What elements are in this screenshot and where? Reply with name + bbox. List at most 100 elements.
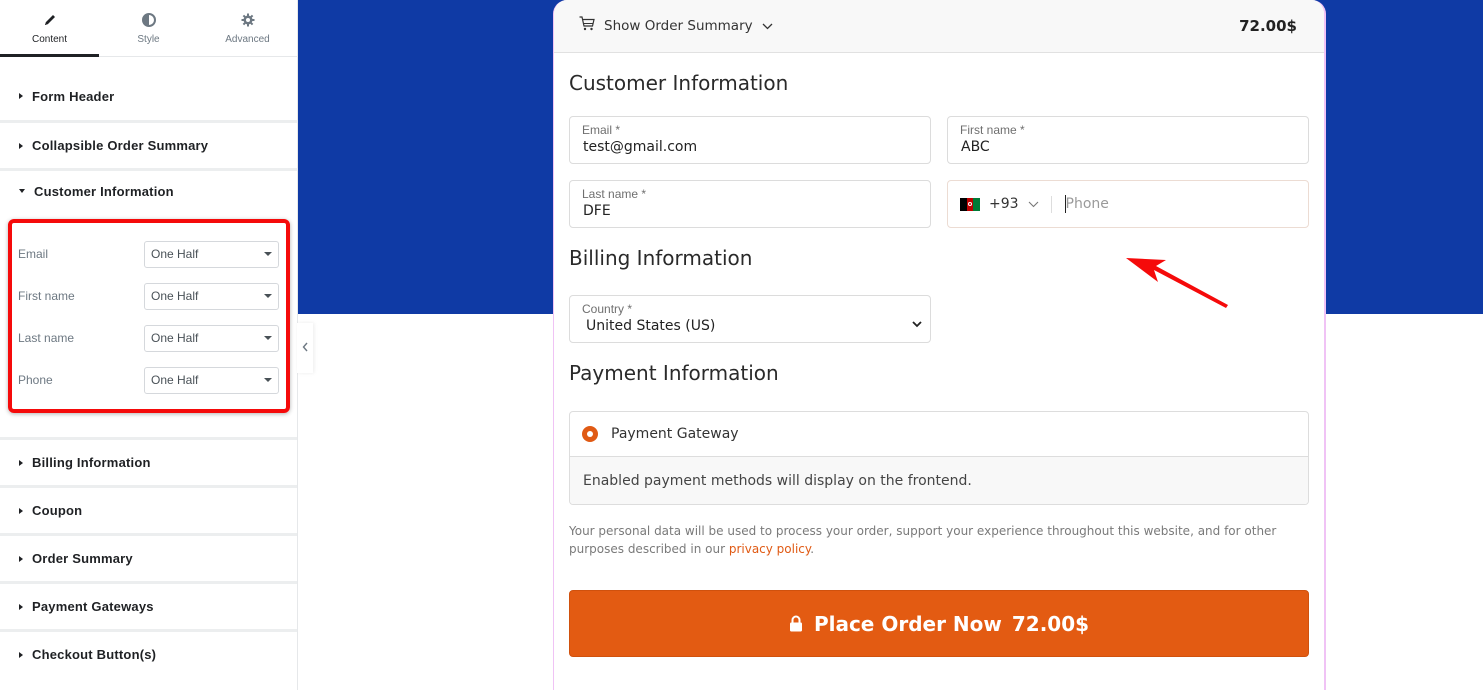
tab-label: Content: [31, 33, 68, 45]
field-value: ABC: [961, 139, 990, 155]
control-phone-width: Phone One Half: [18, 359, 279, 401]
lock-icon: [789, 615, 803, 632]
section-toggle[interactable]: Payment Gateways: [0, 584, 297, 629]
privacy-text-end: .: [810, 542, 815, 556]
chevron-down-icon[interactable]: [1028, 195, 1039, 213]
privacy-notice: Your personal data will be used to proce…: [569, 522, 1309, 558]
select-value: One Half: [151, 289, 199, 303]
editor-root: Content Style Advanced Form Header Colla…: [0, 0, 1483, 690]
caret-right-icon: [19, 459, 23, 466]
field-value: United States (US): [586, 318, 716, 334]
payment-methods-box: Payment Gateway Enabled payment methods …: [569, 411, 1309, 505]
field-label: Last name *: [582, 187, 647, 201]
section-toggle[interactable]: Coupon: [0, 488, 297, 533]
section-toggle[interactable]: Customer Information: [0, 171, 297, 211]
section-order-summary: Order Summary: [0, 536, 297, 584]
email-width-select[interactable]: One Half: [144, 240, 279, 268]
field-value: DFE: [583, 203, 611, 219]
gear-icon: [240, 12, 256, 28]
collapse-sidebar-button[interactable]: [297, 323, 313, 373]
show-order-summary-button[interactable]: Show Order Summary: [579, 16, 773, 36]
section-toggle[interactable]: Billing Information: [0, 440, 297, 485]
section-title: Billing Information: [32, 455, 151, 470]
chevron-left-icon: [302, 341, 309, 355]
select-value: One Half: [151, 331, 199, 345]
cart-icon: [579, 16, 595, 36]
phone-input[interactable]: [1064, 195, 1296, 213]
customer-information-heading: Customer Information: [569, 71, 789, 95]
privacy-policy-link[interactable]: privacy policy: [729, 542, 810, 556]
caret-right-icon: [19, 93, 23, 99]
dropdown-arrow-icon: [264, 378, 272, 382]
last-name-field[interactable]: Last name * DFE: [569, 180, 931, 228]
caret-right-icon: [19, 651, 23, 658]
chevron-down-icon: [912, 315, 922, 333]
section-title: Customer Information: [34, 183, 174, 199]
section-collapsible-order-summary: Collapsible Order Summary: [0, 123, 297, 171]
select-value: One Half: [151, 247, 199, 261]
control-last-name-width: Last name One Half: [18, 317, 279, 359]
country-select[interactable]: Country * United States (US): [569, 295, 931, 343]
payment-information-heading: Payment Information: [569, 361, 779, 385]
country-code-select[interactable]: +93: [989, 196, 1019, 212]
place-order-amount: 72.00$: [1011, 611, 1090, 636]
first-name-width-select[interactable]: One Half: [144, 282, 279, 310]
section-form-header: Form Header: [0, 72, 297, 123]
tab-content[interactable]: Content: [0, 0, 99, 57]
tab-style[interactable]: Style: [99, 0, 198, 56]
email-field[interactable]: Email * test@gmail.com: [569, 116, 931, 164]
tab-label: Advanced: [225, 33, 270, 45]
section-title: Form Header: [32, 88, 115, 104]
place-order-button[interactable]: Place Order Now 72.00$: [569, 590, 1309, 657]
control-label: Last name: [18, 331, 75, 345]
order-summary-toggle-bar[interactable]: Show Order Summary 72.00$: [554, 0, 1324, 53]
radio-selected-icon[interactable]: [582, 426, 598, 442]
section-title: Order Summary: [32, 551, 133, 566]
control-label: Email: [18, 247, 49, 261]
divider: [1050, 195, 1052, 213]
payment-note: Enabled payment methods will display on …: [570, 457, 1308, 504]
dropdown-arrow-icon: [264, 252, 272, 256]
form-body: Customer Information Email * test@gmail.…: [554, 71, 1324, 657]
section-checkout-buttons: Checkout Button(s): [0, 632, 297, 677]
payment-gateway-option[interactable]: Payment Gateway: [570, 412, 1308, 457]
highlight-box: Email One Half First name One Half Last …: [8, 219, 290, 413]
section-toggle[interactable]: Order Summary: [0, 536, 297, 581]
section-toggle[interactable]: Form Header: [0, 72, 297, 120]
section-toggle[interactable]: Checkout Button(s): [0, 632, 297, 677]
control-first-name-width: First name One Half: [18, 275, 279, 317]
contrast-icon: [141, 12, 157, 28]
control-label: First name: [18, 289, 75, 303]
place-order-label: Place Order Now: [813, 611, 1002, 636]
field-label: First name *: [960, 123, 1025, 137]
pencil-icon: [42, 12, 58, 28]
customer-fields-grid: Email * test@gmail.com First name * ABC …: [569, 116, 1309, 228]
annotation-arrow-icon: [1126, 258, 1228, 308]
section-toggle[interactable]: Collapsible Order Summary: [0, 123, 297, 168]
chevron-down-icon: [762, 17, 773, 35]
caret-right-icon: [19, 603, 23, 610]
section-title: Coupon: [32, 503, 83, 518]
control-email-width: Email One Half: [18, 233, 279, 275]
first-name-field[interactable]: First name * ABC: [947, 116, 1309, 164]
show-order-summary-label: Show Order Summary: [604, 18, 753, 34]
caret-down-icon: [19, 189, 25, 193]
checkout-form: Show Order Summary 72.00$ Customer Infor…: [553, 0, 1326, 690]
section-title: Checkout Button(s): [32, 647, 157, 662]
phone-width-select[interactable]: One Half: [144, 366, 279, 394]
caret-right-icon: [19, 507, 23, 514]
tab-advanced[interactable]: Advanced: [198, 0, 297, 56]
section-title: Payment Gateways: [32, 599, 154, 614]
field-label: Email *: [582, 123, 621, 137]
section-coupon: Coupon: [0, 488, 297, 536]
last-name-width-select[interactable]: One Half: [144, 324, 279, 352]
caret-right-icon: [19, 142, 23, 149]
section-title: Collapsible Order Summary: [32, 138, 209, 153]
editor-sidebar: Content Style Advanced Form Header Colla…: [0, 0, 298, 690]
dropdown-arrow-icon: [264, 336, 272, 340]
panel-tabs: Content Style Advanced: [0, 0, 297, 57]
caret-right-icon: [19, 555, 23, 562]
tab-label: Style: [137, 33, 160, 45]
phone-field: +93: [947, 180, 1309, 228]
payment-gateway-label: Payment Gateway: [611, 426, 739, 442]
